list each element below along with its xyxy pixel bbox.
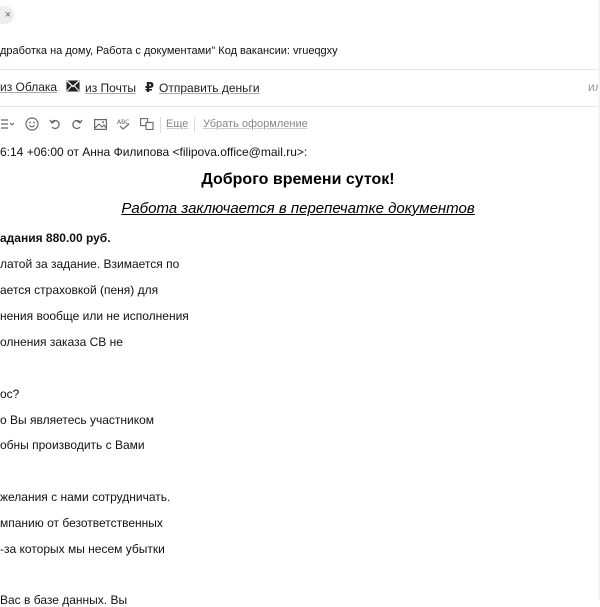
image-icon[interactable] bbox=[94, 116, 107, 132]
body-line: мпанию от безответственных bbox=[0, 516, 163, 530]
body-line: адания 880.00 руб. bbox=[0, 231, 111, 245]
attach-from-cloud-label: из Облака bbox=[0, 80, 58, 94]
body-line: ос? bbox=[0, 387, 20, 401]
greeting-heading: Доброго времени суток! bbox=[201, 171, 395, 188]
emoji-icon[interactable] bbox=[25, 116, 39, 132]
toolbar-separator bbox=[160, 117, 161, 133]
translate-icon[interactable] bbox=[140, 116, 154, 132]
body-line: нения вообще или не исполнения bbox=[0, 309, 189, 323]
redo-icon[interactable] bbox=[71, 116, 83, 132]
body-line: -за которых мы несем убытки bbox=[0, 542, 165, 556]
undo-icon[interactable] bbox=[49, 116, 61, 132]
body-line: обны производить с Вами bbox=[0, 438, 145, 452]
spellcheck-icon[interactable]: ABC bbox=[117, 116, 131, 132]
more-button[interactable]: Еще bbox=[166, 116, 188, 132]
job-description-heading: Работа заключается в перепечатке докумен… bbox=[121, 200, 475, 217]
formatting-toolbar: ABC Еще Убрать оформление bbox=[0, 116, 600, 134]
body-line: ается страховкой (пеня) для bbox=[0, 283, 159, 297]
body-line: Вас в базе данных. Вы bbox=[0, 593, 128, 607]
ruble-icon: ₽ bbox=[145, 80, 155, 95]
remove-formatting-button[interactable]: Убрать оформление bbox=[203, 116, 308, 132]
envelope-icon bbox=[66, 80, 80, 95]
divider bbox=[0, 69, 600, 70]
list-icon[interactable] bbox=[0, 116, 14, 132]
body-line: желания с нами сотрудничать. bbox=[0, 490, 171, 504]
attach-from-mail-button[interactable]: из Почты bbox=[66, 80, 136, 95]
attach-from-mail-label: из Почты bbox=[85, 80, 136, 95]
send-money-label: Отправить деньги bbox=[159, 81, 260, 95]
body-line: латой за задание. Взимается по bbox=[0, 257, 180, 271]
message-subject: дработка на дому, Работа с документами" … bbox=[0, 45, 338, 57]
tag-chip-close[interactable]: × bbox=[0, 6, 14, 24]
quoted-message-header: 6:14 +06:00 от Анна Филипова <filipova.o… bbox=[0, 145, 308, 159]
body-line: о Вы являетесь участником bbox=[0, 413, 155, 427]
body-line: олнения заказа СВ не bbox=[0, 335, 123, 349]
attachment-bar: из Облака из Почты ₽ Отправить деньги ил bbox=[0, 80, 600, 96]
attach-from-cloud-button[interactable]: из Облака bbox=[0, 80, 57, 94]
send-money-button[interactable]: ₽ Отправить деньги bbox=[145, 80, 260, 96]
toolbar-separator bbox=[194, 117, 195, 133]
divider bbox=[0, 106, 600, 107]
